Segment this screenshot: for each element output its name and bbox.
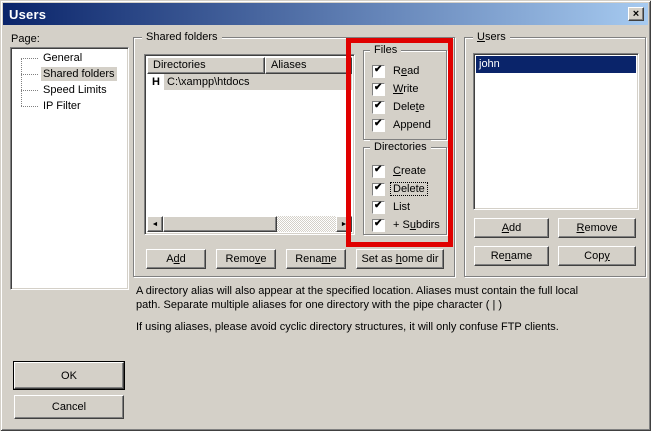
checkbox-append[interactable]: Append [372,117,446,133]
checkbox-label: + Subdirs [391,219,442,231]
button-label: Copy [584,250,610,262]
shared-folders-group: Shared folders Directories Aliases H C:\… [133,37,455,277]
button-label: Remove [577,222,618,234]
add-folder-button[interactable]: Add [146,249,206,269]
page-list[interactable]: General Shared folders Speed Limits IP F… [10,47,129,290]
tree-item-label: Speed Limits [41,83,109,97]
checkbox-icon [372,183,385,196]
sidebar-item-shared-folders[interactable]: Shared folders [11,66,128,82]
checkbox-label: Read [391,65,421,77]
checkbox-icon [372,201,385,214]
checkbox-label: Write [391,83,420,95]
list-header: Directories Aliases [147,57,352,74]
window-title: Users [9,7,46,22]
checkbox-icon [372,119,385,132]
rename-user-button[interactable]: Rename [474,246,549,266]
tree-item-label: General [41,51,84,65]
page-label: Page: [11,33,40,45]
directories-permissions-group: Directories Create Delete List + Subdirs [363,147,447,235]
title-bar: Users [3,3,648,25]
scroll-left-button[interactable]: ◄ [147,216,163,232]
checkbox-subdirs[interactable]: + Subdirs [372,217,446,233]
column-header-directories[interactable]: Directories [147,57,265,74]
files-group-title: Files [370,43,401,57]
users-group-title: Users [473,30,510,44]
notes-paragraph-1: A directory alias will also appear at th… [136,284,594,312]
checkbox-label: Delete [391,101,427,113]
checkbox-icon [372,101,385,114]
shared-folders-group-title: Shared folders [142,30,222,44]
home-flag: H [147,76,164,88]
remove-folder-button[interactable]: Remove [216,249,276,269]
sidebar-item-ip-filter[interactable]: IP Filter [11,98,128,114]
sidebar-item-general[interactable]: General [11,50,128,66]
scrollbar-thumb[interactable] [163,216,277,232]
close-icon: × [633,9,639,19]
ok-button[interactable]: OK [14,362,124,389]
button-label: OK [61,370,77,382]
checkbox-delete-files[interactable]: Delete [372,99,446,115]
tree-item-label: Shared folders [41,67,117,81]
checkbox-write[interactable]: Write [372,81,446,97]
checkbox-create[interactable]: Create [372,163,446,179]
checkbox-icon [372,165,385,178]
user-name: john [479,58,500,70]
remove-user-button[interactable]: Remove [558,218,636,238]
checkbox-list[interactable]: List [372,199,446,215]
directories-group-title: Directories [370,140,431,154]
right-arrow-icon: ► [341,221,348,228]
cancel-button[interactable]: Cancel [14,395,124,419]
files-permissions-group: Files Read Write Delete Append [363,50,447,140]
users-group: Users john Add Remove Rename Copy [464,37,646,277]
button-label: Add [166,253,186,265]
users-list[interactable]: john [473,53,639,210]
checkbox-delete-dirs[interactable]: Delete [372,181,446,197]
button-label: Rename [295,253,337,265]
checkbox-icon [372,83,385,96]
checkbox-label: List [391,201,412,213]
checkbox-label: Create [391,165,428,177]
checkbox-icon [372,65,385,78]
column-header-aliases[interactable]: Aliases [265,57,352,74]
button-label: Rename [491,250,533,262]
button-label: Add [502,222,522,234]
checkbox-read[interactable]: Read [372,63,446,79]
copy-user-button[interactable]: Copy [558,246,636,266]
shared-folders-list[interactable]: Directories Aliases H C:\xampp\htdocs ◄ … [144,54,355,235]
button-label: Set as home dir [361,253,438,265]
left-arrow-icon: ◄ [152,221,159,228]
list-item[interactable]: john [476,56,636,73]
checkbox-label: Delete [391,183,427,195]
users-dialog: Users × Page: General Shared folders Spe… [0,0,651,431]
checkbox-icon [372,219,385,232]
scroll-right-button[interactable]: ► [336,216,352,232]
directory-cell: C:\xampp\htdocs [164,74,352,90]
sidebar-item-speed-limits[interactable]: Speed Limits [11,82,128,98]
close-button[interactable]: × [628,7,644,21]
button-label: Remove [226,253,267,265]
set-home-dir-button[interactable]: Set as home dir [356,249,444,269]
button-label: Cancel [52,401,86,413]
table-row[interactable]: H C:\xampp\htdocs [147,74,352,90]
notes-paragraph-2: If using aliases, please avoid cyclic di… [136,320,594,334]
horizontal-scrollbar[interactable]: ◄ ► [147,216,352,232]
notes: A directory alias will also appear at th… [136,284,594,342]
tree-item-label: IP Filter [41,99,83,113]
rename-folder-button[interactable]: Rename [286,249,346,269]
add-user-button[interactable]: Add [474,218,549,238]
checkbox-label: Append [391,119,433,131]
